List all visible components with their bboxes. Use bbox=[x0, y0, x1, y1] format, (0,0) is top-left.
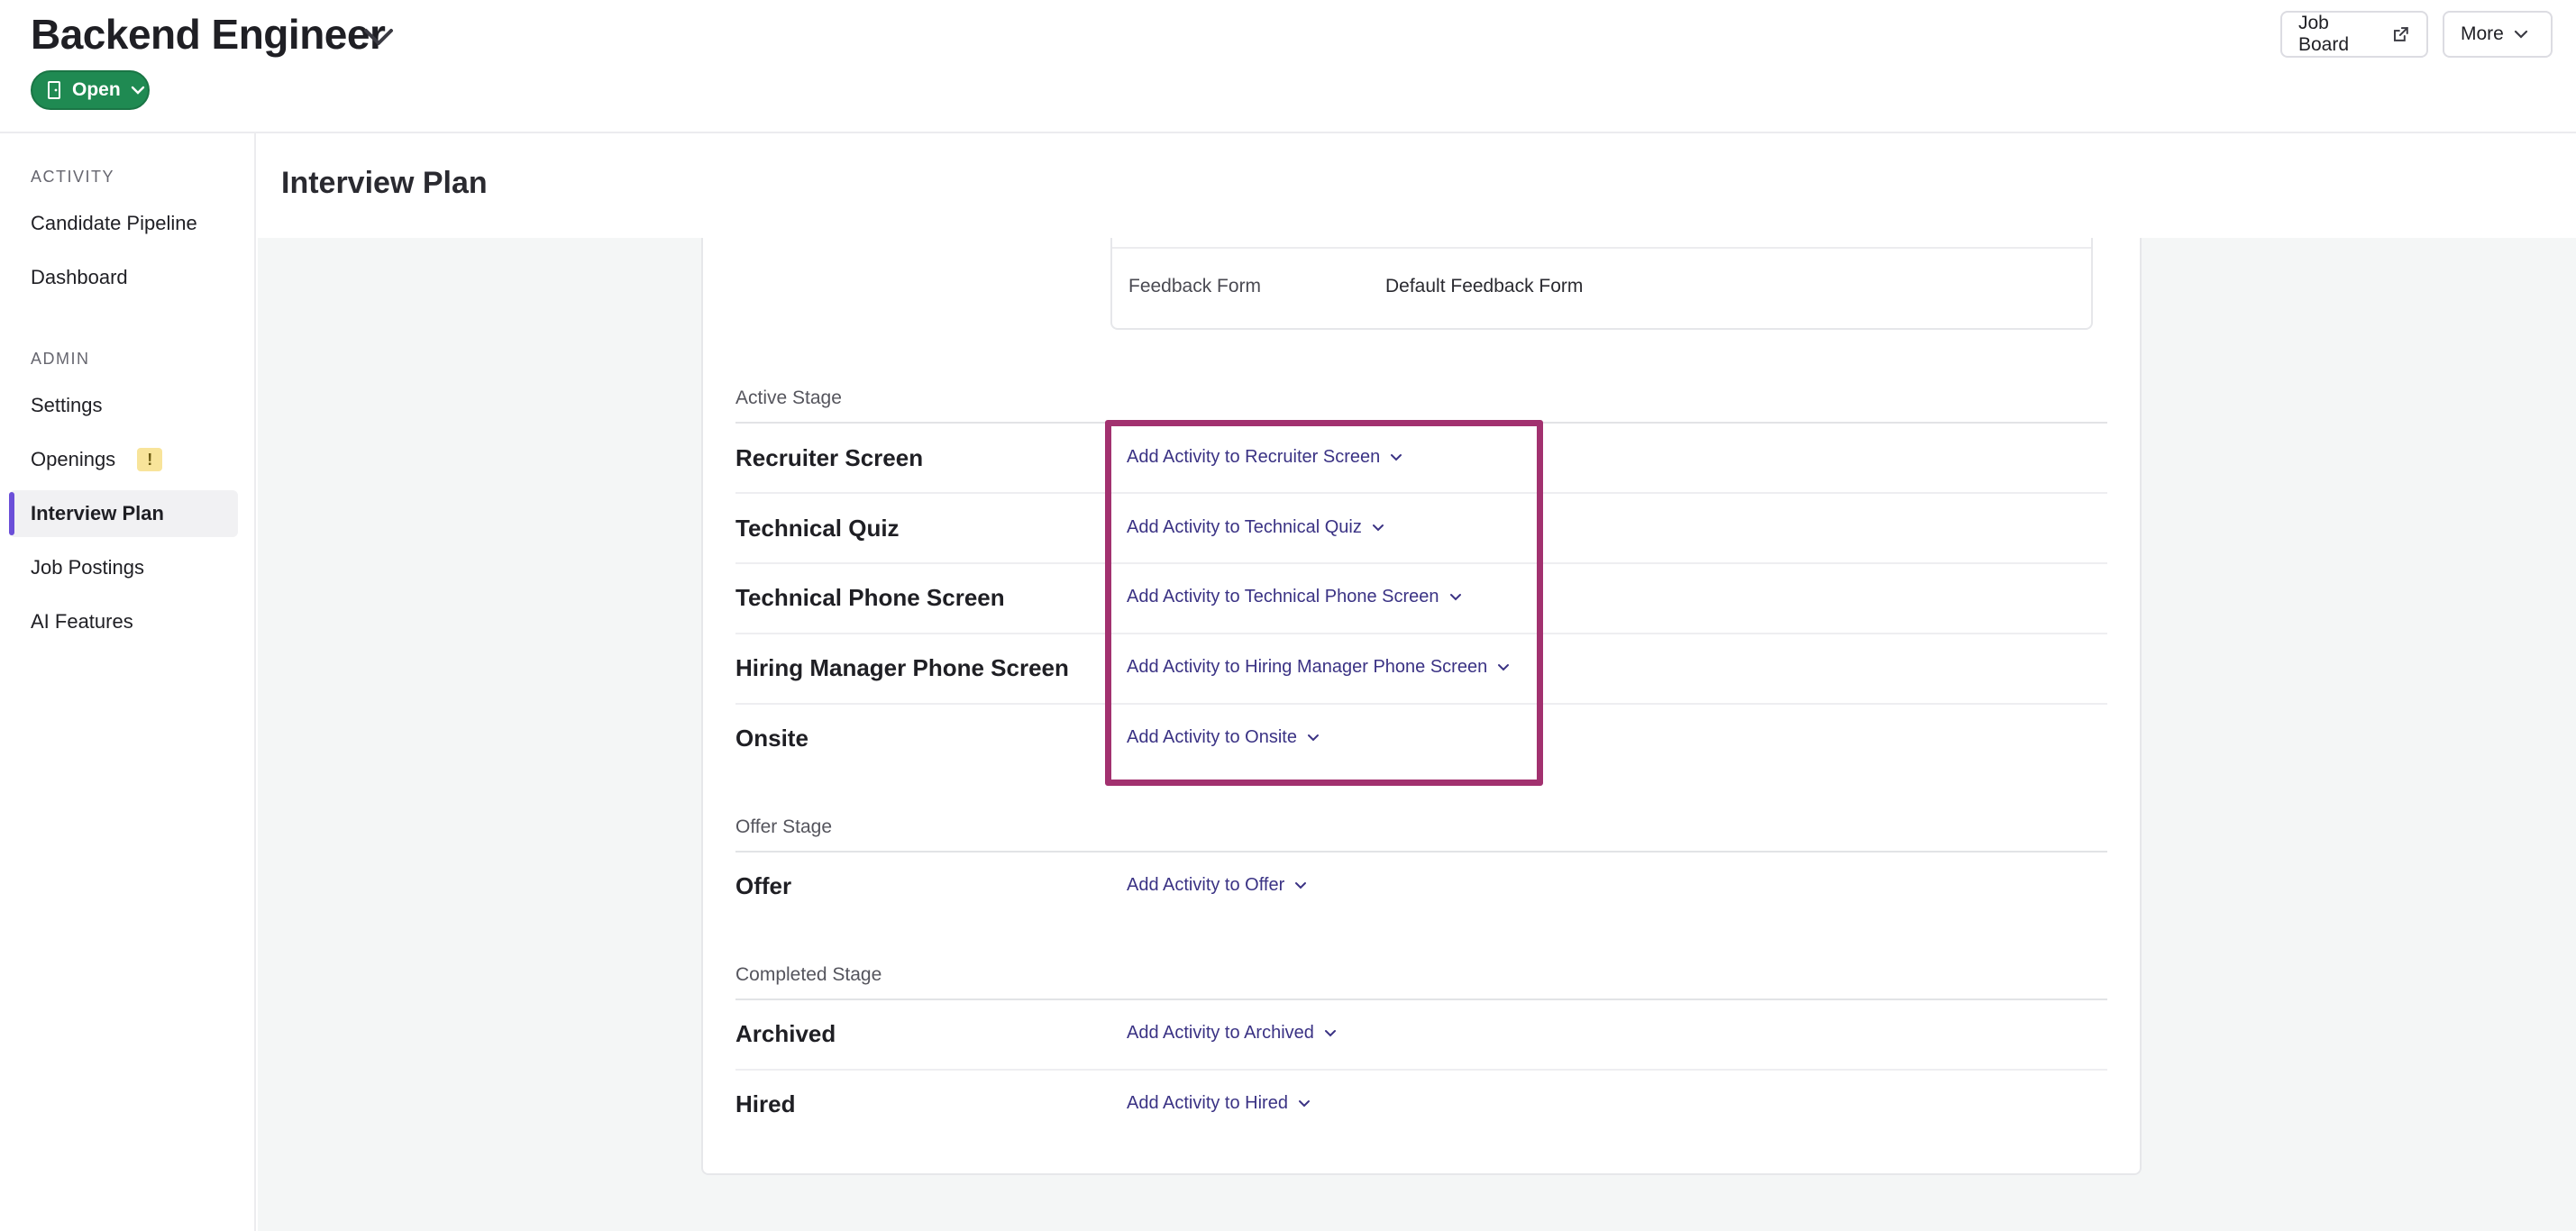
sidebar-item-candidate-pipeline[interactable]: Candidate Pipeline bbox=[9, 200, 238, 247]
add-activity-technical-quiz[interactable]: Add Activity to Technical Quiz bbox=[1127, 517, 1385, 538]
divider bbox=[735, 998, 2107, 1000]
chevron-down-icon bbox=[1307, 734, 1319, 741]
stage-name: Recruiter Screen bbox=[735, 444, 924, 471]
feedback-form-value: Default Feedback Form bbox=[1385, 276, 1584, 296]
add-activity-label: Add Activity to Recruiter Screen bbox=[1127, 447, 1381, 467]
add-activity-recruiter-screen[interactable]: Add Activity to Recruiter Screen bbox=[1127, 447, 1403, 468]
divider bbox=[735, 703, 2107, 705]
door-icon bbox=[48, 81, 60, 99]
chevron-down-icon bbox=[1295, 881, 1307, 889]
divider bbox=[735, 851, 2107, 853]
top-bar: Backend Engineer Open Job Board More bbox=[0, 0, 2576, 133]
chevron-down-icon bbox=[1298, 1099, 1310, 1107]
chevron-down-icon bbox=[1324, 1029, 1336, 1036]
stage-name: Archived bbox=[735, 1020, 836, 1047]
stage-group-title: Offer Stage bbox=[735, 816, 833, 837]
add-activity-label: Add Activity to Technical Phone Screen bbox=[1127, 587, 1439, 606]
sidebar-item-label: Candidate Pipeline bbox=[31, 212, 197, 234]
sidebar-item-label: Job Postings bbox=[31, 556, 144, 579]
add-activity-offer[interactable]: Add Activity to Offer bbox=[1127, 875, 1308, 896]
add-activity-label: Add Activity to Hiring Manager Phone Scr… bbox=[1127, 657, 1488, 677]
chevron-down-icon bbox=[131, 86, 144, 95]
add-activity-label: Add Activity to Technical Quiz bbox=[1127, 517, 1362, 537]
interview-plan-card bbox=[701, 238, 2142, 1175]
chevron-down-icon bbox=[2514, 30, 2527, 39]
sidebar-item-job-postings[interactable]: Job Postings bbox=[9, 544, 238, 591]
job-board-label: Job Board bbox=[2298, 13, 2350, 55]
sidebar-section-activity: ACTIVITY bbox=[31, 168, 115, 186]
divider bbox=[735, 492, 2107, 494]
add-activity-label: Add Activity to Hired bbox=[1127, 1093, 1288, 1113]
chevron-down-icon bbox=[1372, 524, 1384, 531]
divider bbox=[735, 562, 2107, 564]
add-activity-label: Add Activity to Archived bbox=[1127, 1023, 1314, 1043]
add-activity-hired[interactable]: Add Activity to Hired bbox=[1127, 1093, 1311, 1114]
stage-name: Hired bbox=[735, 1090, 796, 1117]
add-activity-label: Add Activity to Onsite bbox=[1127, 727, 1297, 747]
sidebar-item-label: AI Features bbox=[31, 610, 133, 633]
page-title: Interview Plan bbox=[281, 166, 488, 200]
feedback-form-label: Feedback Form bbox=[1128, 276, 1262, 296]
stage-group-title: Active Stage bbox=[735, 388, 842, 408]
sidebar: ACTIVITY Candidate Pipeline Dashboard AD… bbox=[0, 133, 256, 1231]
divider bbox=[1112, 247, 2091, 249]
chevron-down-icon bbox=[1449, 593, 1461, 600]
job-board-button[interactable]: Job Board bbox=[2280, 11, 2428, 58]
more-button[interactable]: More bbox=[2443, 11, 2553, 58]
divider bbox=[735, 422, 2107, 424]
add-activity-label: Add Activity to Offer bbox=[1127, 875, 1285, 895]
status-label: Open bbox=[72, 79, 121, 100]
stage-name: Technical Quiz bbox=[735, 515, 900, 542]
sidebar-item-ai-features[interactable]: AI Features bbox=[9, 598, 238, 645]
divider bbox=[735, 633, 2107, 634]
stage-group-title: Completed Stage bbox=[735, 964, 882, 985]
add-activity-technical-phone-screen[interactable]: Add Activity to Technical Phone Screen bbox=[1127, 587, 1463, 607]
stage-name: Hiring Manager Phone Screen bbox=[735, 654, 1069, 681]
sidebar-item-label: Settings bbox=[31, 394, 103, 416]
external-link-icon bbox=[2394, 27, 2409, 41]
sidebar-item-settings[interactable]: Settings bbox=[9, 382, 238, 429]
sidebar-item-openings[interactable]: Openings ! bbox=[9, 436, 238, 483]
sidebar-item-dashboard[interactable]: Dashboard bbox=[9, 254, 238, 301]
sidebar-section-admin: ADMIN bbox=[31, 350, 90, 368]
sidebar-item-interview-plan[interactable]: Interview Plan bbox=[9, 490, 238, 537]
add-activity-onsite[interactable]: Add Activity to Onsite bbox=[1127, 727, 1320, 748]
more-label: More bbox=[2461, 23, 2504, 44]
sidebar-item-label: Openings bbox=[31, 448, 116, 470]
sidebar-item-label: Interview Plan bbox=[31, 502, 164, 524]
stage-name: Technical Phone Screen bbox=[735, 584, 1005, 611]
chevron-down-icon bbox=[1498, 663, 1510, 670]
sidebar-item-label: Dashboard bbox=[31, 266, 128, 288]
divider bbox=[735, 1069, 2107, 1071]
stage-name: Onsite bbox=[735, 725, 808, 752]
main-header: Interview Plan bbox=[258, 135, 2576, 238]
job-status-dropdown[interactable]: Open bbox=[31, 70, 150, 110]
add-activity-archived[interactable]: Add Activity to Archived bbox=[1127, 1023, 1338, 1044]
chevron-down-icon bbox=[1391, 453, 1402, 460]
chevron-down-icon[interactable] bbox=[361, 20, 397, 52]
stage-name: Offer bbox=[735, 872, 792, 899]
add-activity-hiring-manager-phone-screen[interactable]: Add Activity to Hiring Manager Phone Scr… bbox=[1127, 657, 1511, 678]
job-title[interactable]: Backend Engineer bbox=[31, 9, 386, 59]
warning-badge: ! bbox=[137, 448, 163, 471]
